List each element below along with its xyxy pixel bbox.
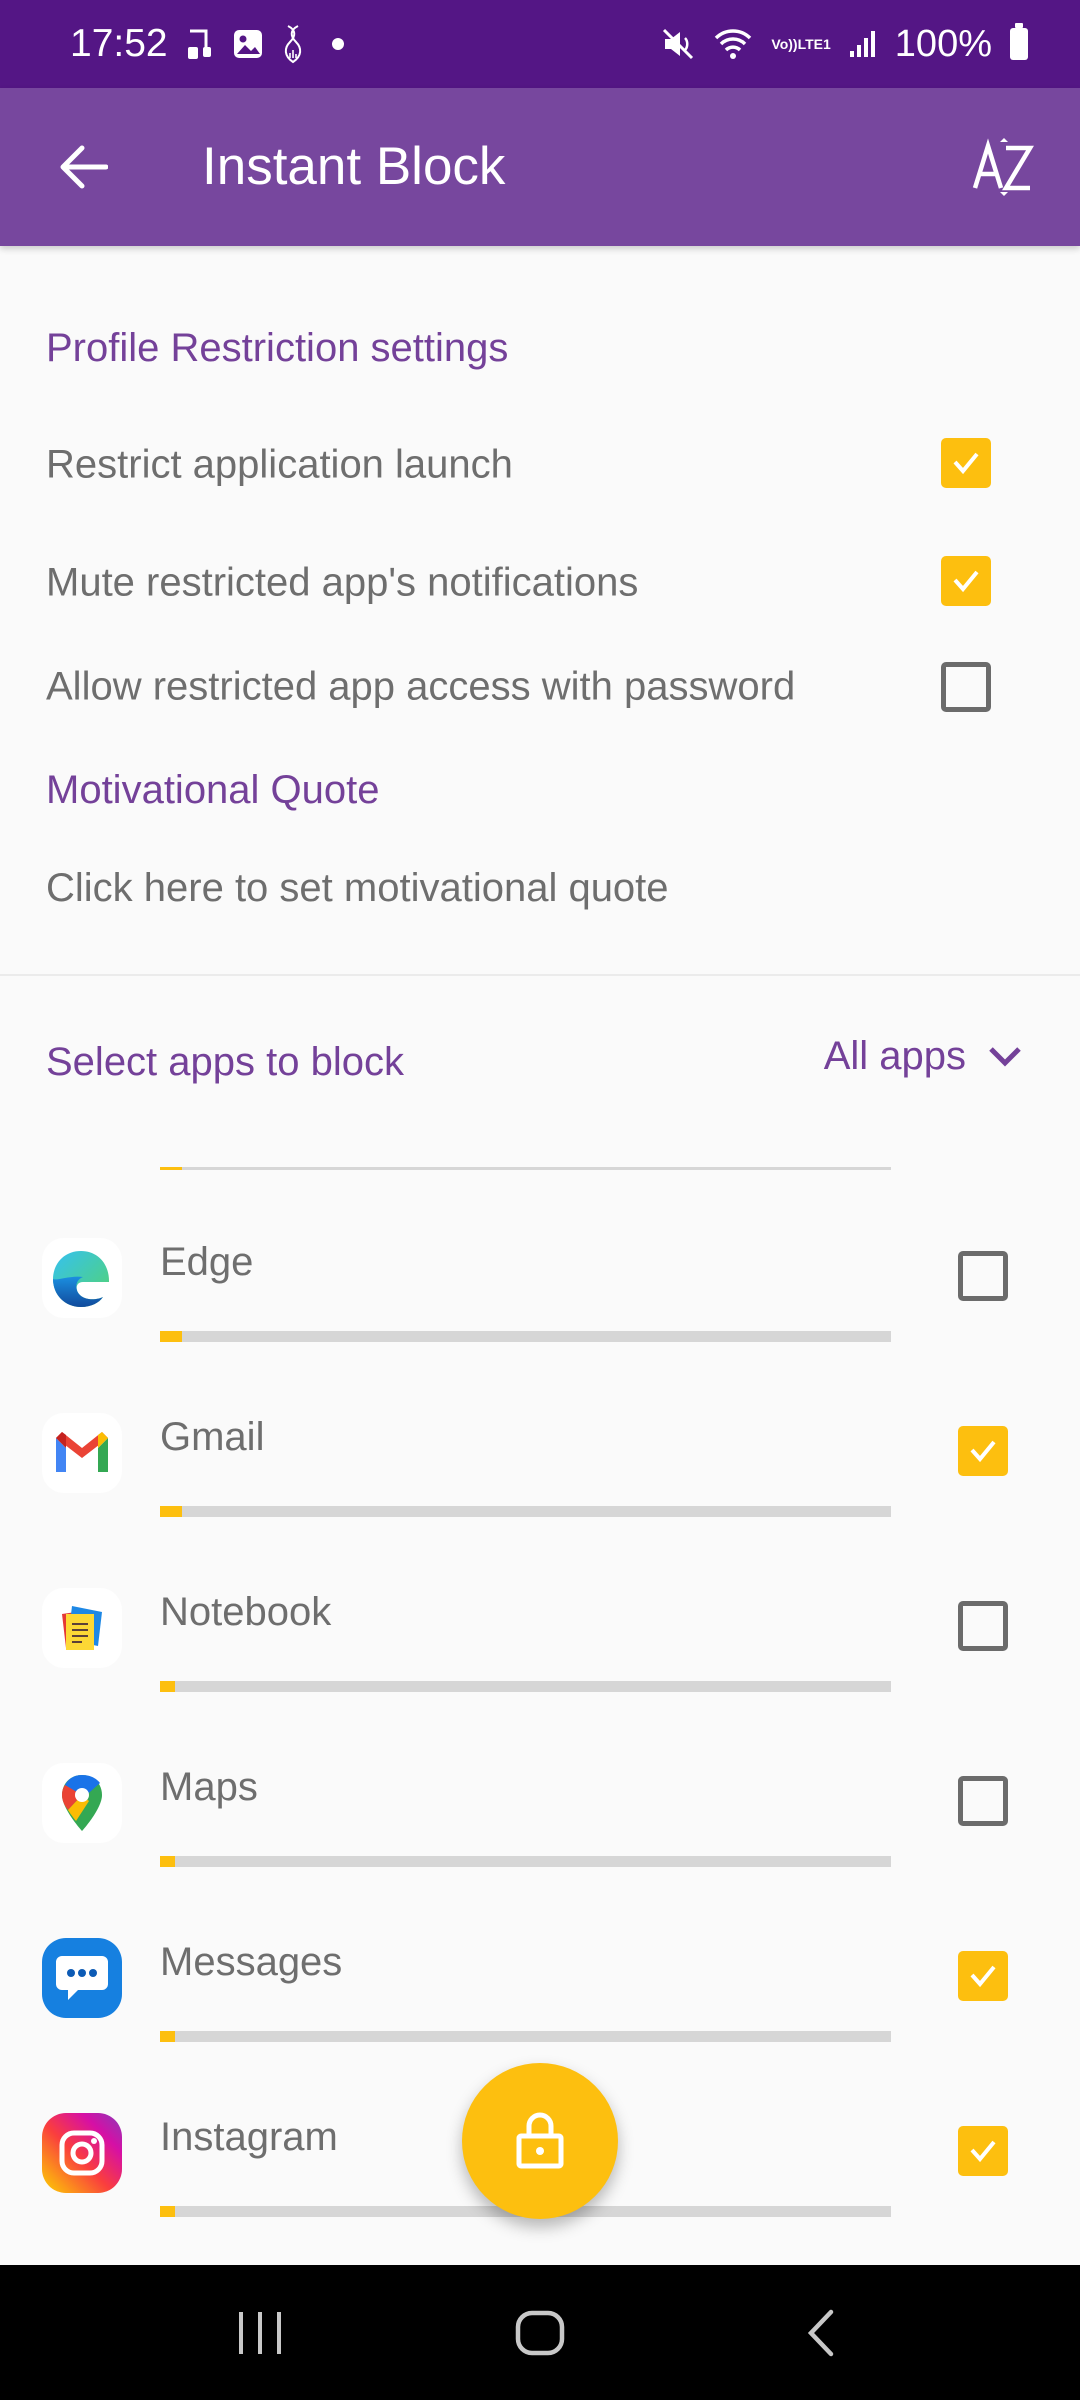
check-icon [953, 452, 979, 475]
check-icon [970, 1440, 996, 1463]
usage-progress-fill [160, 1856, 175, 1867]
gmail-icon [42, 1413, 122, 1493]
nav-back-button[interactable] [760, 2283, 880, 2383]
app-row-notebook[interactable]: Notebook [0, 1588, 1080, 1763]
setting-label: Mute restricted app's notifications [46, 560, 639, 605]
home-button[interactable] [480, 2283, 600, 2383]
recents-button[interactable] [200, 2283, 320, 2383]
allow-password-access-checkbox[interactable] [941, 662, 991, 712]
select-apps-title: Select apps to block [46, 1040, 404, 1084]
usage-progress-fill [160, 1167, 182, 1170]
usage-progress-bar [160, 1331, 891, 1342]
app-checkbox[interactable] [958, 1251, 1008, 1301]
battery-icon [1010, 23, 1028, 60]
app-checkbox[interactable] [958, 1776, 1008, 1826]
lock-fab-button[interactable] [462, 2063, 618, 2219]
motivational-quote-input[interactable]: Click here to set motivational quote [46, 866, 669, 911]
arrow-left-icon [60, 145, 108, 189]
sort-az-button[interactable] [964, 128, 1044, 208]
usage-progress-fill [160, 1681, 175, 1692]
app-row-maps[interactable]: Maps [0, 1763, 1080, 1938]
mute-icon [661, 27, 695, 61]
app-bar: Instant Block [0, 88, 1080, 246]
app-checkbox[interactable] [958, 1951, 1008, 2001]
volte-lte-icon: Vo)) LTE1 [771, 37, 830, 51]
recents-icon [239, 2311, 281, 2354]
setting-label: Allow restricted app access with passwor… [46, 664, 796, 709]
sort-az-icon [972, 138, 1034, 196]
setting-mute-notifications[interactable]: Mute restricted app's notifications [0, 538, 1080, 628]
app-name: Messages [160, 1940, 343, 1984]
usage-progress-fill [160, 1331, 182, 1342]
system-nav-bar [0, 2265, 1080, 2400]
usage-progress-fill [160, 2206, 175, 2217]
notification-dot [331, 38, 344, 50]
app-name: Edge [160, 1240, 254, 1284]
edge-icon [42, 1238, 122, 1318]
usage-progress-fill [160, 2031, 175, 2042]
gallery-icon [232, 28, 264, 60]
app-checkbox[interactable] [958, 1426, 1008, 1476]
check-icon [953, 570, 979, 593]
setting-allow-password-access[interactable]: Allow restricted app access with passwor… [0, 642, 1080, 732]
signal-icon [849, 29, 877, 59]
check-icon [970, 2140, 996, 2163]
check-icon [970, 1965, 996, 1988]
home-icon [515, 2310, 565, 2355]
health-icon [282, 24, 304, 64]
chevron-down-icon [989, 1046, 1021, 1067]
lte-label: LTE1 [797, 36, 831, 52]
instagram-icon [42, 2113, 122, 2193]
usage-progress-bar [160, 2031, 891, 2042]
maps-icon [42, 1763, 122, 1843]
usage-progress-fill [160, 1506, 182, 1517]
mute-notifications-checkbox[interactable] [941, 556, 991, 606]
app-name: Notebook [160, 1590, 332, 1634]
lock-icon [516, 2112, 564, 2169]
status-right: Vo)) LTE1 100% [661, 23, 1028, 66]
filter-selected-value: All apps [823, 1034, 966, 1078]
app-checkbox[interactable] [958, 1601, 1008, 1651]
back-icon [807, 2309, 834, 2356]
motivational-quote-title: Motivational Quote [46, 768, 380, 812]
usage-progress-bar [160, 1167, 891, 1170]
profile-settings-title: Profile Restriction settings [46, 326, 509, 370]
back-button[interactable] [48, 132, 118, 202]
status-left: 17:52 [70, 22, 344, 66]
app-name: Gmail [160, 1415, 265, 1459]
restrict-launch-checkbox[interactable] [941, 438, 991, 488]
battery-percent: 100% [894, 22, 992, 65]
app-row-gmail[interactable]: Gmail [0, 1413, 1080, 1588]
app-name: Instagram [160, 2115, 338, 2159]
page-title: Instant Block [202, 137, 506, 196]
usage-progress-bar [160, 1856, 891, 1867]
section-divider [0, 974, 1080, 976]
notebook-icon [42, 1588, 122, 1668]
apps-filter-dropdown[interactable]: All apps [824, 1034, 1022, 1079]
status-bar: 17:52 Vo)) LTE1 100% [0, 0, 1080, 88]
app-checkbox[interactable] [958, 2126, 1008, 2176]
status-time: 17:52 [70, 22, 168, 65]
setting-label: Restrict application launch [46, 442, 513, 487]
wifi-icon [713, 27, 753, 61]
ringtone-lock-icon [186, 27, 214, 61]
usage-progress-bar [160, 1681, 891, 1692]
volte-label: Vo)) [771, 36, 798, 52]
usage-progress-bar [160, 1506, 891, 1517]
app-name: Maps [160, 1765, 258, 1809]
messages-icon [42, 1938, 122, 2018]
setting-restrict-launch[interactable]: Restrict application launch [0, 420, 1080, 510]
app-row-edge[interactable]: Edge [0, 1238, 1080, 1413]
